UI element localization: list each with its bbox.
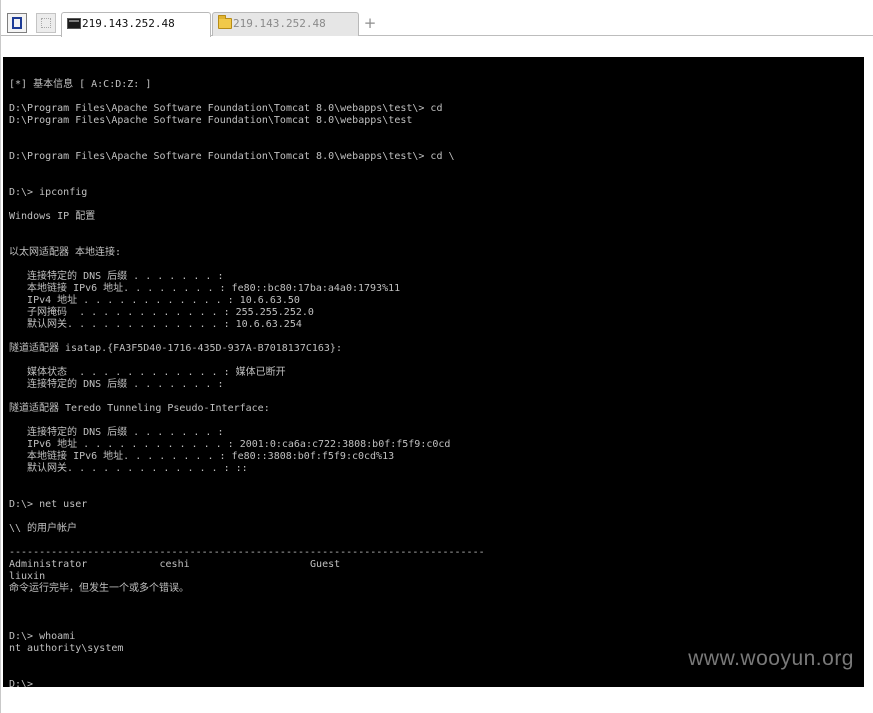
tile-icon[interactable] (36, 13, 56, 33)
tab-label: 219.143.252.48 (82, 17, 175, 30)
terminal-line: Windows IP 配置 (9, 211, 96, 222)
terminal-line: 连接特定的 DNS 后缀 . . . . . . . : (9, 379, 224, 390)
terminal-line: D:\> net user (9, 499, 88, 510)
terminal-line: 默认网关. . . . . . . . . . . . . : :: (9, 463, 248, 474)
status-bar (1, 700, 873, 713)
terminal-line: D:\> ipconfig (9, 187, 88, 198)
ssh-client-window: 219.143.252.48 219.143.252.48 + [*] 基本信息… (0, 0, 873, 713)
terminal-text: [*] 基本信息 [ A:C:D:Z: ] D:\Program Files\Ap… (9, 67, 485, 687)
tab-label: 219.143.252.48 (233, 17, 326, 30)
tab-bar: 219.143.252.48 219.143.252.48 + (1, 0, 873, 37)
terminal-output[interactable]: [*] 基本信息 [ A:C:D:Z: ] D:\Program Files\Ap… (3, 57, 864, 687)
terminal-line: [*] 基本信息 [ A:C:D:Z: ] (9, 79, 152, 90)
terminal-line: 隧道适配器 Teredo Tunneling Pseudo-Interface: (9, 403, 270, 414)
terminal-line: 命令运行完毕，但发生一个或多个错误。 (9, 583, 189, 594)
terminal-line: D:\> whoami (9, 631, 76, 642)
terminal-line: 本地链接 IPv6 地址. . . . . . . . : fe80::3808… (9, 451, 395, 462)
terminal-line: 连接特定的 DNS 后缀 . . . . . . . : (9, 271, 224, 282)
watermark: www.wooyun.org (688, 647, 854, 670)
terminal-line: 连接特定的 DNS 后缀 . . . . . . . : (9, 427, 224, 438)
terminal-line: 默认网关. . . . . . . . . . . . . : 10.6.63.… (9, 319, 302, 330)
tab-terminal-session[interactable]: 219.143.252.48 (61, 12, 211, 37)
terminal-line: IPv4 地址 . . . . . . . . . . . . : 10.6.6… (9, 295, 300, 306)
terminal-line: liuxin (9, 571, 46, 582)
terminal-line: 媒体状态 . . . . . . . . . . . . : 媒体已断开 (9, 367, 286, 378)
terminal-line: 以太网适配器 本地连接: (9, 247, 122, 258)
terminal-icon (67, 18, 81, 29)
terminal-line: IPv6 地址 . . . . . . . . . . . . : 2001:0… (9, 439, 451, 450)
terminal-line: ----------------------------------------… (9, 547, 485, 558)
terminal-line: D:\Program Files\Apache Software Foundat… (9, 115, 413, 126)
terminal-line: D:\Program Files\Apache Software Foundat… (9, 103, 443, 114)
folder-icon (218, 15, 232, 29)
terminal-line: D:\Program Files\Apache Software Foundat… (9, 151, 455, 162)
terminal-line: \\ 的用户帐户 (9, 523, 78, 534)
tab-file-manager[interactable]: 219.143.252.48 (212, 12, 359, 36)
terminal-line: D:\> (9, 679, 34, 687)
terminal-line: nt authority\system (9, 643, 124, 654)
terminal-line: 子网掩码 . . . . . . . . . . . . : 255.255.2… (9, 307, 314, 318)
window-icon[interactable] (7, 13, 27, 33)
terminal-line: 隧道适配器 isatap.{FA3F5D40-1716-435D-937A-B7… (9, 343, 342, 354)
terminal-line: 本地链接 IPv6 地址. . . . . . . . : fe80::bc80… (9, 283, 401, 294)
terminal-line: Administrator ceshi Guest (9, 559, 341, 570)
add-tab-button[interactable]: + (363, 14, 377, 32)
